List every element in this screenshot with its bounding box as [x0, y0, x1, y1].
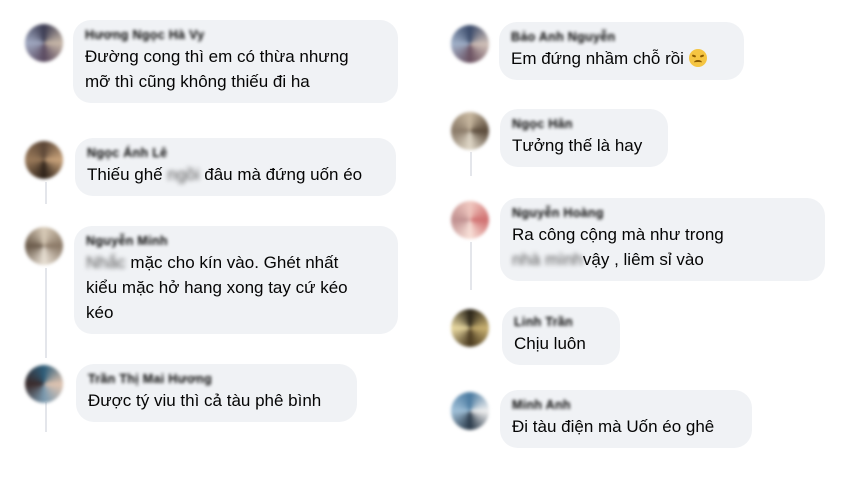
comment-text: Đường cong thì em có thừa nhưng [85, 47, 349, 66]
comment-bubble: Trần Thị Mai Hương Được tý viu thì cả tà… [76, 364, 357, 422]
thread-line [45, 268, 47, 358]
commenter-name[interactable]: Trần Thị Mai Hương [88, 372, 345, 386]
comment-bubble: Bảo Anh Nguyễn Em đứng nhầm chỗ rồi [499, 22, 744, 80]
comment-bubble: Nguyễn Minh Nhắc mặc cho kín vào. Ghét n… [74, 226, 398, 334]
comment-text: Nhắc mặc cho kín vào. Ghét nhất [86, 253, 339, 272]
comment-text: Ra công cộng mà như trong [512, 225, 724, 244]
comment-text: kéo [86, 303, 114, 322]
commenter-name[interactable]: Hương Ngọc Hà Vy [85, 28, 386, 42]
comment-text: Đi tàu điện mà Uốn éo ghê [512, 417, 715, 436]
comment-text: nhà mìnhvậy , liêm sỉ vào [512, 250, 704, 269]
comment-text: Chịu luôn [514, 334, 586, 353]
commenter-name[interactable]: Nguyễn Hoàng [512, 206, 813, 220]
comment-text: kiểu mặc hở hang xong tay cứ kéo [86, 278, 348, 297]
comment-text: Tưởng thế là hay [512, 136, 643, 155]
avatar[interactable] [25, 365, 63, 403]
redacted-word: Nhắc [86, 253, 126, 272]
commenter-name[interactable]: Nguyễn Minh [86, 234, 386, 248]
avatar[interactable] [451, 392, 489, 430]
commenter-name[interactable]: Minh Anh [512, 398, 740, 412]
comment-text: Được tý viu thì cả tàu phê bình [88, 391, 322, 410]
redacted-word: ngồi [167, 165, 200, 184]
avatar[interactable] [451, 309, 489, 347]
avatar[interactable] [451, 25, 489, 63]
thread-line [45, 182, 47, 204]
comment-bubble: Minh Anh Đi tàu điện mà Uốn éo ghê [500, 390, 752, 448]
commenter-name[interactable]: Linh Trần [514, 315, 608, 329]
thread-line [45, 402, 47, 432]
comment-text: Thiếu ghế ngồi đâu mà đứng uốn éo [87, 165, 363, 184]
thread-line [470, 152, 472, 176]
comments-page: { "comments": [ {"name": "Hương Ngọc Hà … [0, 0, 864, 481]
comment-bubble: Nguyễn Hoàng Ra công cộng mà như trong n… [500, 198, 825, 281]
redacted-word: nhà mình [512, 250, 583, 269]
comment-bubble: Hương Ngọc Hà Vy Đường cong thì em có th… [73, 20, 398, 103]
comment-bubble: Linh Trần Chịu luôn [502, 307, 620, 365]
avatar[interactable] [25, 24, 63, 62]
comment-text: mỡ thì cũng không thiếu đi ha [85, 72, 310, 91]
commenter-name[interactable]: Ngọc Ánh Lê [87, 146, 384, 160]
avatar[interactable] [451, 112, 489, 150]
avatar[interactable] [451, 201, 489, 239]
commenter-name[interactable]: Ngọc Hân [512, 117, 656, 131]
avatar[interactable] [25, 141, 63, 179]
avatar[interactable] [25, 227, 63, 265]
comment-bubble: Ngọc Ánh Lê Thiếu ghế ngồi đâu mà đứng u… [75, 138, 396, 196]
comment-text: Em đứng nhầm chỗ rồi [511, 46, 732, 71]
comment-bubble: Ngọc Hân Tưởng thế là hay [500, 109, 668, 167]
thread-line [470, 242, 472, 290]
tired-face-emoji-icon [688, 49, 707, 67]
commenter-name[interactable]: Bảo Anh Nguyễn [511, 30, 732, 44]
